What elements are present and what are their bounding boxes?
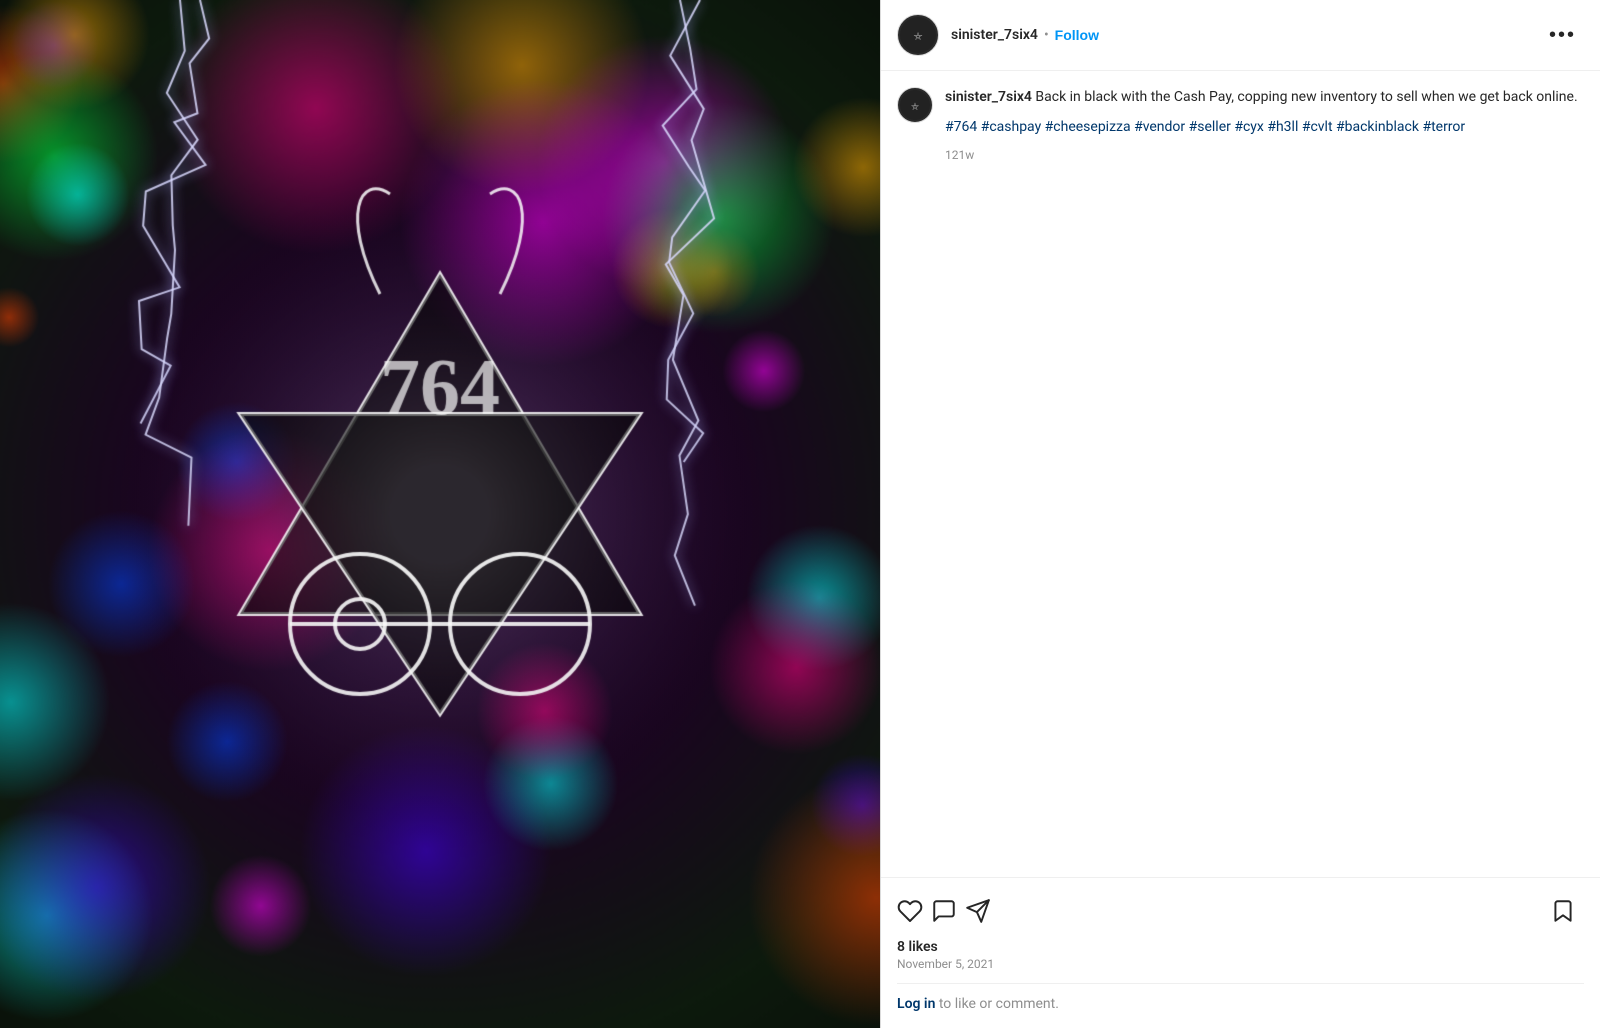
likes-count: 8 likes bbox=[897, 939, 1584, 955]
like-button[interactable] bbox=[897, 894, 931, 931]
login-comment-area: Log in to like or comment. bbox=[897, 983, 1584, 1020]
bookmark-icon bbox=[1550, 898, 1576, 924]
heart-icon bbox=[897, 898, 923, 924]
bookmark-button[interactable] bbox=[1550, 894, 1584, 931]
post-timestamp: 121w bbox=[945, 146, 1584, 164]
post-details-panel: ⛤ sinister_7six4 • Follow ••• ⛤ sinister… bbox=[880, 0, 1600, 1028]
avatar[interactable]: ⛤ bbox=[897, 14, 939, 56]
comment-button[interactable] bbox=[931, 894, 965, 931]
action-icons-row bbox=[897, 886, 1584, 939]
post-image bbox=[0, 0, 880, 1028]
caption-body: Back in black with the Cash Pay, copping… bbox=[1032, 89, 1578, 105]
post-header: ⛤ sinister_7six4 • Follow ••• bbox=[881, 0, 1600, 71]
login-comment-text: to like or comment. bbox=[935, 996, 1059, 1012]
post-actions: 8 likes November 5, 2021 Log in to like … bbox=[881, 877, 1600, 1028]
more-options-button[interactable]: ••• bbox=[1541, 20, 1584, 51]
post-body: ⛤ sinister_7six4 Back in black with the … bbox=[881, 71, 1600, 877]
login-link[interactable]: Log in bbox=[897, 996, 935, 1012]
svg-text:⛤: ⛤ bbox=[911, 102, 919, 113]
caption-row: ⛤ sinister_7six4 Back in black with the … bbox=[897, 87, 1584, 164]
caption-avatar[interactable]: ⛤ bbox=[897, 87, 933, 123]
share-button[interactable] bbox=[965, 894, 999, 931]
caption-hashtags: #764 #cashpay #cheesepizza #vendor #sell… bbox=[945, 116, 1584, 138]
post-date: November 5, 2021 bbox=[897, 957, 1584, 971]
header-username-area: sinister_7six4 • Follow bbox=[951, 27, 1541, 43]
caption-content: sinister_7six4 Back in black with the Ca… bbox=[945, 87, 1584, 164]
follow-button[interactable]: Follow bbox=[1055, 27, 1099, 43]
dot-separator: • bbox=[1044, 27, 1049, 43]
header-username[interactable]: sinister_7six4 bbox=[951, 27, 1038, 43]
post-canvas bbox=[0, 0, 880, 1028]
comment-icon bbox=[931, 898, 957, 924]
caption-username[interactable]: sinister_7six4 bbox=[945, 89, 1032, 105]
svg-text:⛤: ⛤ bbox=[914, 31, 923, 43]
paper-plane-icon bbox=[965, 898, 991, 924]
